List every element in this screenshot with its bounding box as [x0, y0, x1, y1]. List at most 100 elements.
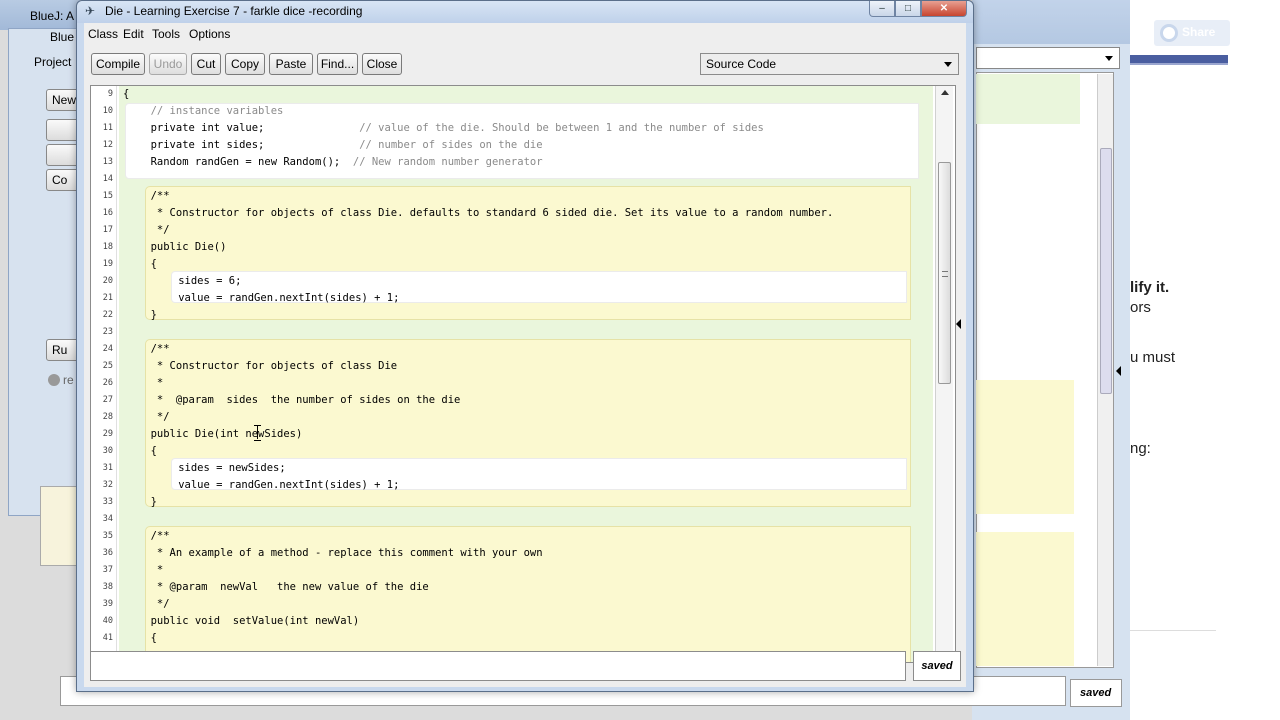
find-button[interactable]: Find... [317, 53, 358, 75]
code-line[interactable]: 13 Random randGen = new Random(); // New … [91, 154, 921, 171]
menu-edit[interactable]: Edit [123, 27, 144, 41]
recording-radio[interactable] [48, 374, 60, 386]
line-number: 16 [102, 208, 113, 218]
other-editor-scrollbar[interactable] [1097, 74, 1113, 666]
line-number: 39 [102, 599, 113, 609]
code-text: */ [150, 411, 170, 423]
line-number: 23 [102, 327, 113, 337]
code-text: sides = 6; [178, 275, 242, 287]
browser-text-2: ors [1130, 299, 1151, 316]
other-editor-scope-3 [976, 532, 1074, 666]
globe-icon [1160, 24, 1178, 42]
scroll-up-icon[interactable] [941, 90, 949, 95]
view-select[interactable]: Source Code [700, 53, 959, 75]
code-line[interactable]: 22} [91, 307, 921, 324]
line-number: 34 [102, 514, 113, 524]
close-button[interactable]: Close [362, 53, 402, 75]
browser-text-1: lify it. [1130, 279, 1170, 296]
editor-titlebar[interactable]: ✈ Die - Learning Exercise 7 - farkle dic… [77, 1, 973, 23]
code-line[interactable]: 15 /** [91, 188, 921, 205]
code-text: * @param newVal the new value of the die [150, 581, 429, 593]
close-window-button[interactable]: ✕ [921, 1, 967, 17]
code-text: * [150, 377, 164, 389]
browser-text-4: ng: [1130, 440, 1151, 457]
code-line[interactable]: 24 /** [91, 341, 921, 358]
code-line[interactable]: 27 * @param sides the number of sides on… [91, 392, 921, 409]
code-line[interactable]: 31 sides = newSides; [91, 460, 921, 477]
code-line[interactable]: 17 */ [91, 222, 921, 239]
menu-class[interactable]: Class [88, 27, 118, 41]
other-editor-scope [976, 74, 1080, 124]
code-line[interactable]: 10 // instance variables [91, 103, 921, 120]
line-number: 29 [102, 429, 113, 439]
maximize-button[interactable]: □ [895, 1, 921, 17]
bluej-main-titlebar: BlueJ: A [0, 0, 80, 30]
code-text: // instance variables [150, 105, 284, 117]
code-line[interactable]: 30 { [91, 443, 921, 460]
line-number: 26 [102, 378, 113, 388]
divider-2 [1130, 63, 1228, 65]
code-text: sides = newSides; [178, 462, 286, 474]
code-line[interactable]: 20 sides = 6; [91, 273, 921, 290]
paste-button[interactable]: Paste [269, 53, 313, 75]
code-line[interactable]: 37 * [91, 562, 921, 579]
code-line[interactable]: 19 { [91, 256, 921, 273]
code-line[interactable]: 25 * Constructor for objects of class Di… [91, 358, 921, 375]
line-number: 37 [102, 565, 113, 575]
code-editor[interactable]: 9{10// instance variables 11 private int v… [90, 85, 956, 663]
code-line[interactable]: 9{ [91, 86, 921, 103]
line-number: 27 [102, 395, 113, 405]
code-line[interactable]: 23 [91, 324, 921, 341]
code-line[interactable]: 33} [91, 494, 921, 511]
bluej-project-title: Blue [50, 30, 75, 44]
line-number: 21 [102, 293, 113, 303]
code-line[interactable]: 34 [91, 511, 921, 528]
code-line[interactable]: 29 public Die(int newSides) [91, 426, 921, 443]
code-line[interactable]: 38 * @param newVal the new value of the … [91, 579, 921, 596]
cut-button[interactable]: Cut [191, 53, 221, 75]
code-line[interactable]: 16 * Constructor for objects of class Di… [91, 205, 921, 222]
code-text: * @param sides the number of sides on th… [150, 394, 461, 406]
code-text: * [150, 564, 164, 576]
scroll-thumb[interactable] [938, 162, 951, 384]
object-bench [40, 486, 78, 566]
line-number: 41 [102, 633, 113, 643]
code-line[interactable]: 32 value = randGen.nextInt(sides) + 1; [91, 477, 921, 494]
code-line[interactable]: 36 * An example of a method - replace th… [91, 545, 921, 562]
compile-button[interactable]: Compile [91, 53, 145, 75]
minimize-button[interactable]: – [869, 1, 895, 17]
code-text: public Die(int newSides) [150, 428, 303, 440]
line-number: 38 [102, 582, 113, 592]
other-editor-view-select[interactable] [976, 47, 1120, 69]
menu-options[interactable]: Options [189, 27, 230, 41]
undo-button[interactable]: Undo [149, 53, 187, 75]
share-button[interactable]: Share [1154, 20, 1230, 46]
menu-tools[interactable]: Tools [152, 27, 180, 41]
code-line[interactable]: 40 public void setValue(int newVal) [91, 613, 921, 630]
line-number: 24 [102, 344, 113, 354]
line-number: 25 [102, 361, 113, 371]
code-line[interactable]: 14 [91, 171, 921, 188]
code-line[interactable]: 26 * [91, 375, 921, 392]
collapse-arrow-icon[interactable] [1116, 366, 1121, 376]
code-line[interactable]: 12 private int sides; // number of sides … [91, 137, 921, 154]
code-text: Random randGen = new Random(); // New ra… [150, 156, 543, 168]
code-line[interactable]: 35 /** [91, 528, 921, 545]
code-line[interactable]: 28 */ [91, 409, 921, 426]
line-number: 20 [102, 276, 113, 286]
code-line[interactable]: 18 public Die() [91, 239, 921, 256]
copy-button[interactable]: Copy [225, 53, 265, 75]
project-menu[interactable]: Project [34, 55, 71, 69]
code-line[interactable]: 41 { [91, 630, 921, 647]
line-number: 14 [102, 174, 113, 184]
code-text: { [150, 258, 157, 270]
code-line[interactable]: 11 private int value; // value of the die… [91, 120, 921, 137]
code-text: } [150, 309, 157, 321]
collapse-panel-icon[interactable] [956, 319, 961, 329]
code-line[interactable]: 39 */ [91, 596, 921, 613]
code-text: value = randGen.nextInt(sides) + 1; [178, 479, 400, 491]
line-number: 32 [102, 480, 113, 490]
code-text: { [150, 632, 157, 644]
code-line[interactable]: 21 value = randGen.nextInt(sides) + 1; [91, 290, 921, 307]
editor-scrollbar[interactable] [935, 86, 953, 662]
